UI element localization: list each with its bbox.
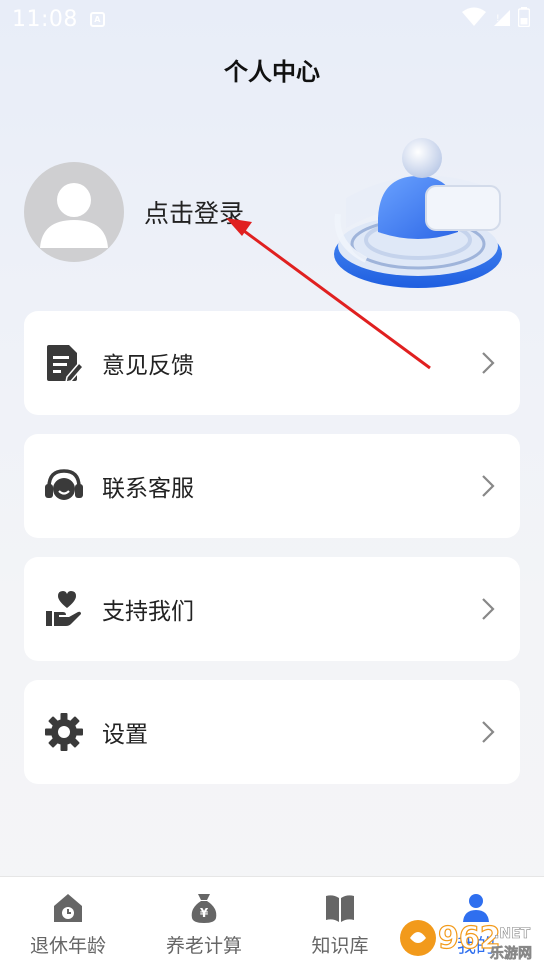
battery-icon	[517, 7, 531, 31]
notification-icon: A	[89, 11, 105, 27]
menu-item-support[interactable]: 支持我们	[24, 557, 520, 661]
svg-text:乐游网: 乐游网	[490, 945, 532, 962]
menu-label-settings: 设置	[102, 722, 148, 748]
tab-retirement-age[interactable]: 退休年龄	[0, 877, 136, 968]
wifi-icon	[462, 7, 486, 31]
chevron-right-icon	[478, 720, 498, 744]
menu-item-feedback[interactable]: 意见反馈	[24, 311, 520, 415]
user-hero-illustration	[326, 128, 510, 298]
status-bar: 11:08 A !	[0, 0, 544, 38]
chevron-right-icon	[478, 597, 498, 621]
login-label[interactable]: 点击登录	[144, 194, 244, 230]
tab-label: 知识库	[311, 935, 369, 957]
chevron-right-icon	[478, 351, 498, 375]
profile-login[interactable]: 点击登录	[24, 162, 244, 262]
house-age-icon	[51, 891, 85, 925]
chevron-right-icon	[478, 474, 498, 498]
tab-pension-calc[interactable]: ¥ 养老计算	[136, 877, 272, 968]
headset-icon	[44, 466, 84, 506]
tab-knowledge-base[interactable]: 知识库	[272, 877, 408, 968]
menu-label-feedback: 意见反馈	[102, 353, 194, 379]
menu-label-contact: 联系客服	[102, 476, 194, 502]
gear-icon	[44, 712, 84, 752]
avatar[interactable]	[24, 162, 124, 262]
book-icon	[323, 891, 357, 925]
signal-icon: !	[492, 7, 512, 31]
svg-text:.NET: .NET	[494, 926, 531, 942]
svg-text:¥: ¥	[200, 906, 209, 920]
menu-item-contact[interactable]: 联系客服	[24, 434, 520, 538]
page-title: 个人中心	[224, 58, 320, 86]
status-time: 11:08	[12, 6, 78, 32]
heart-hand-icon	[44, 589, 84, 629]
site-watermark-logo: 962 .NET 乐游网	[398, 908, 544, 968]
svg-text:!: !	[496, 14, 500, 24]
money-bag-icon: ¥	[187, 891, 221, 925]
menu-item-settings[interactable]: 设置	[24, 680, 520, 784]
menu-label-support: 支持我们	[102, 599, 194, 625]
feedback-icon	[44, 343, 84, 383]
tab-label: 养老计算	[165, 935, 242, 957]
avatar-placeholder-icon	[40, 183, 108, 248]
tab-label: 退休年龄	[29, 935, 106, 957]
